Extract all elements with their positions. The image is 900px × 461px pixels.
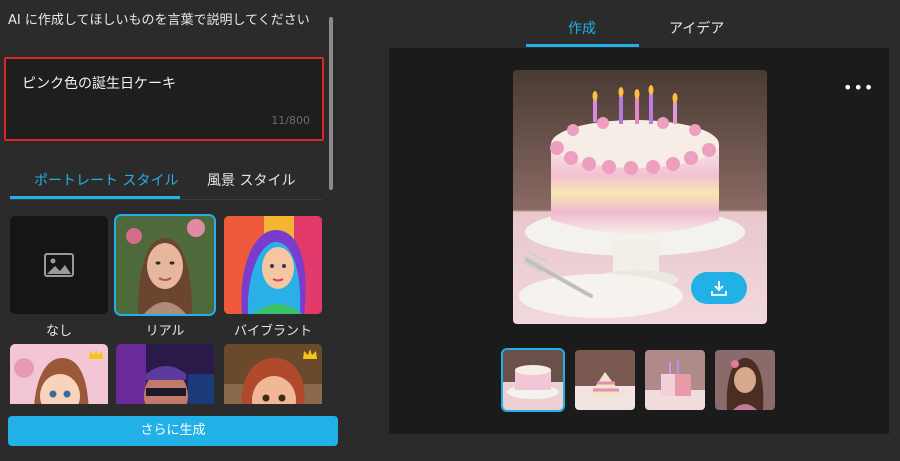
download-icon [711,281,727,296]
style-item-neon-man[interactable] [116,344,214,404]
tab-ideas[interactable]: アイデア [669,18,724,38]
result-canvas: ••• [389,48,889,434]
style-thumb-vibrant [224,216,322,314]
variant-image-2 [575,350,635,410]
prompt-text[interactable]: ピンク色の誕生日ケーキ [22,73,176,93]
style-label: なし [45,324,72,339]
style-thumb-3d-kid [224,344,322,404]
style-label: バイブラント [233,324,312,339]
left-panel: AI に作成してほしいものを言葉で説明してください ピンク色の誕生日ケーキ 11… [0,0,350,461]
style-thumb-realistic [114,214,216,316]
portrait-image [116,216,214,314]
crown-icon [303,349,317,359]
variant-image-3 [645,350,705,410]
variant-thumb-4[interactable] [715,350,775,410]
tab-create[interactable]: 作成 [568,18,596,38]
more-options-button[interactable]: ••• [843,78,874,97]
variant-thumb-1[interactable] [501,348,565,412]
generated-image[interactable] [513,70,767,324]
download-button[interactable] [691,272,747,304]
prompt-input[interactable]: ピンク色の誕生日ケーキ 11/800 [4,57,324,141]
style-thumb-neon-man [116,344,214,404]
variant-image-4 [715,350,775,410]
variant-thumb-3[interactable] [645,350,705,410]
style-thumb-none [10,216,108,314]
style-item-3d-kid[interactable] [224,344,322,404]
style-thumb-cartoon-girl [10,344,108,404]
style-item-none[interactable]: なし [10,216,108,339]
style-tabs: ポートレート スタイル 風景 スタイル [10,162,322,200]
vibrant-portrait-image [224,216,322,314]
scrollbar[interactable] [329,17,333,190]
tab-landscape-style[interactable]: 風景 スタイル [207,170,295,190]
prompt-title: AI に作成してほしいものを言葉で説明してください [8,13,310,28]
crown-icon [89,349,103,359]
variant-thumb-2[interactable] [575,350,635,410]
tab-underline [10,196,180,199]
top-tab-underline [526,44,639,47]
neon-portrait-image [116,344,214,404]
image-icon [44,253,74,277]
char-count: 11/800 [271,114,310,127]
style-item-cartoon-girl[interactable] [10,344,108,404]
tab-portrait-style[interactable]: ポートレート スタイル [34,170,178,190]
style-item-realistic[interactable]: リアル [114,214,216,339]
style-label: リアル [145,324,185,339]
style-item-vibrant[interactable]: バイブラント [224,216,322,339]
top-tabs: 作成 アイデア [388,0,890,48]
variant-image-1 [503,350,563,410]
styles-grid: なし リアル バイブラント [8,214,328,404]
generate-more-button[interactable]: さらに生成 [8,416,338,446]
